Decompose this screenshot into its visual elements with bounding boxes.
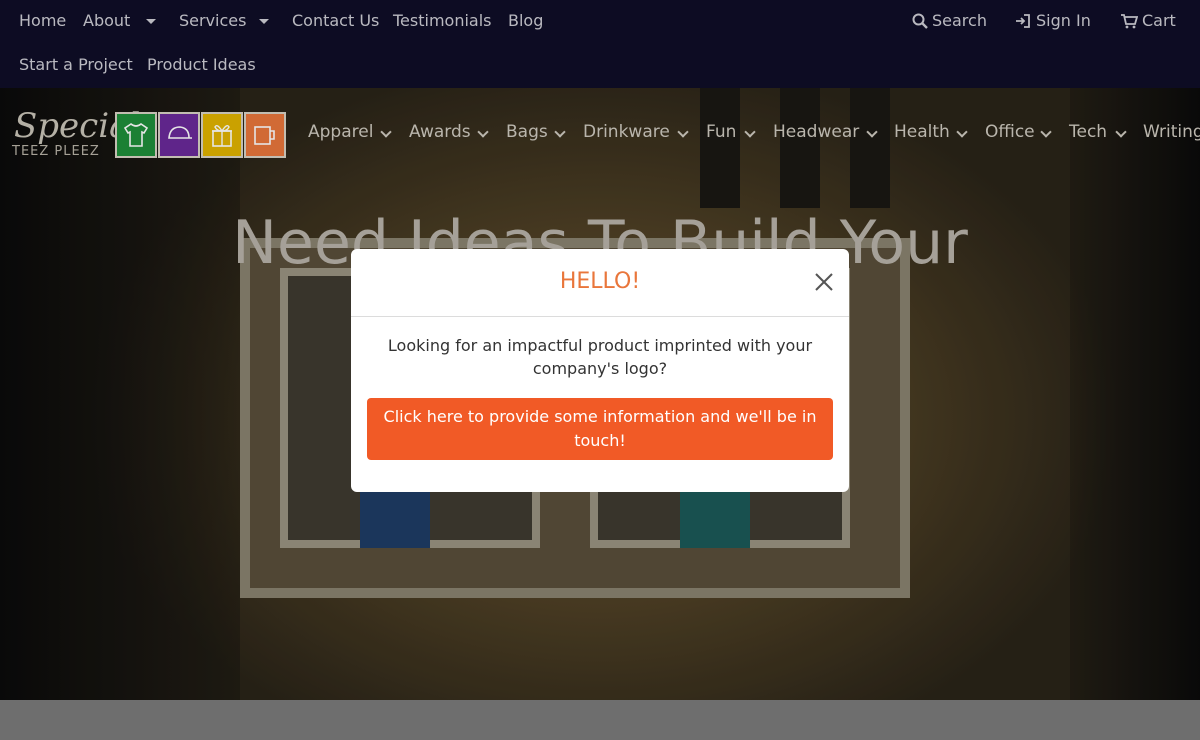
hello-modal: HELLO! Looking for an impactful product … xyxy=(351,249,849,492)
modal-title: HELLO! xyxy=(559,269,641,294)
modal-message: Looking for an impactful product imprint… xyxy=(387,336,813,378)
modal-divider xyxy=(351,316,849,317)
provide-info-button[interactable]: Click here to provide some information a… xyxy=(367,398,833,460)
close-icon[interactable] xyxy=(813,271,835,293)
